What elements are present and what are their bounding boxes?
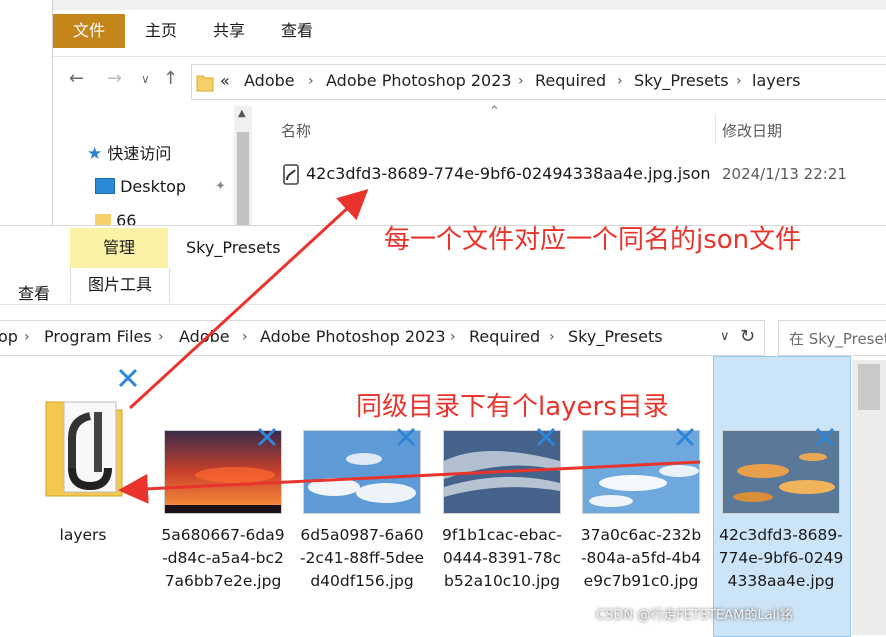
arrow-to-layers-folder [118, 460, 701, 504]
annotation-json-per-file: 每一个文件对应一个同名的json文件 [384, 225, 802, 255]
arrow-to-json-file [128, 188, 369, 410]
watermark: CSDN @行走FETSTEAM的Lali铭 [596, 608, 793, 623]
annotation-arrows [118, 188, 701, 504]
annotation-layers-dir: 同级目录下有个layers目录 [356, 392, 669, 422]
